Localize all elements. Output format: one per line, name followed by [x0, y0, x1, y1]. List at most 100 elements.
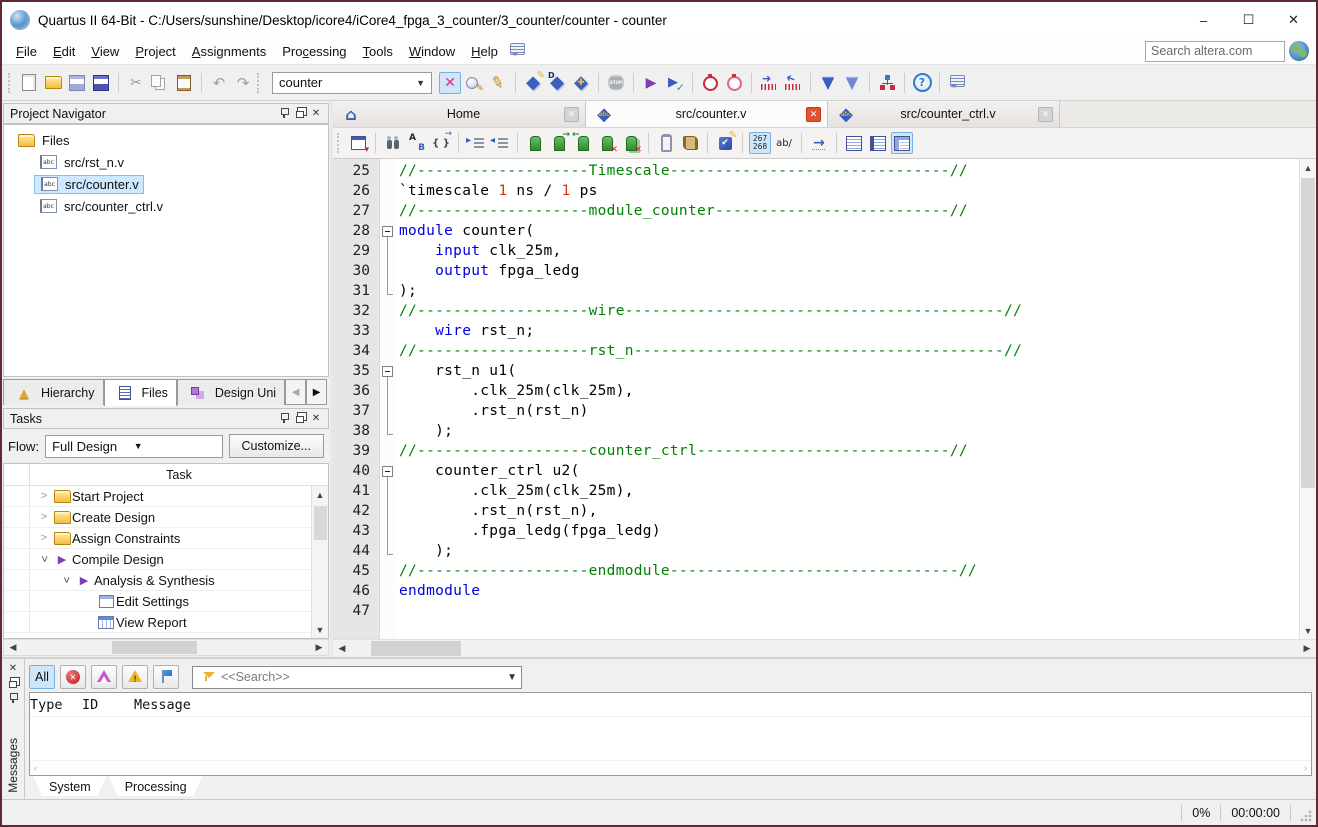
close-tab-icon[interactable]: ✕: [564, 107, 579, 122]
code-line[interactable]: 28module counter(: [333, 221, 1299, 241]
view-1-icon[interactable]: [843, 132, 865, 154]
editor-tab-home[interactable]: Home✕: [333, 101, 586, 127]
pin-icon[interactable]: [276, 411, 292, 426]
customize-button[interactable]: Customize...: [229, 434, 324, 458]
messages-body[interactable]: [30, 717, 1311, 760]
stop-icon[interactable]: [605, 72, 627, 94]
copy-icon[interactable]: [149, 72, 171, 94]
tree-file-item[interactable]: src/counter_ctrl.v: [4, 195, 328, 217]
close-panel-icon[interactable]: [308, 411, 324, 426]
scroll-left-icon[interactable]: ‹: [34, 763, 37, 773]
pin-icon[interactable]: [276, 106, 292, 121]
float-icon[interactable]: [292, 106, 308, 121]
tabs-scroll-left-icon[interactable]: ◀: [285, 379, 306, 405]
view-2-icon[interactable]: [867, 132, 889, 154]
scroll-down-icon[interactable]: ▼: [1300, 622, 1316, 639]
code-line[interactable]: 47: [333, 601, 1299, 621]
menu-edit[interactable]: Edit: [45, 40, 83, 63]
tab-processing[interactable]: Processing: [109, 776, 203, 796]
code-editor[interactable]: 25//-------------------Timescale--------…: [333, 159, 1299, 639]
code-line[interactable]: 38 );: [333, 421, 1299, 441]
feedback-icon[interactable]: [946, 72, 968, 94]
resize-grip[interactable]: [1299, 809, 1313, 823]
tab-design-uni[interactable]: Design Uni: [177, 379, 285, 405]
message-search-combo[interactable]: <<Search>>▼: [192, 666, 522, 689]
flow-select[interactable]: Full Design ▼: [45, 435, 222, 458]
run-check-icon[interactable]: [664, 72, 686, 94]
tree-root-files[interactable]: Files: [4, 129, 328, 151]
bookmark-prev-icon[interactable]: [572, 132, 594, 154]
goto-line-icon[interactable]: [808, 132, 830, 154]
task-row-view-report[interactable]: View Report: [4, 612, 328, 633]
tree-file-item[interactable]: src/rst_n.v: [4, 151, 328, 173]
scroll-left-icon[interactable]: ◀: [4, 640, 22, 655]
filter-warning-button[interactable]: [122, 665, 148, 689]
minimize-button[interactable]: –: [1181, 3, 1226, 37]
task-row-start-project[interactable]: >Start Project: [4, 486, 328, 507]
fold-marker[interactable]: [379, 221, 396, 241]
menu-project[interactable]: Project: [127, 40, 183, 63]
scroll-down-icon[interactable]: ▼: [316, 621, 325, 638]
settings-diamond-icon[interactable]: [522, 72, 544, 94]
bookmark-next-icon[interactable]: [548, 132, 570, 154]
magenta-x-icon[interactable]: [439, 72, 461, 94]
help-icon[interactable]: [911, 72, 933, 94]
compile-down-icon[interactable]: [817, 72, 839, 94]
scroll-left-icon[interactable]: ◀: [333, 640, 351, 657]
editor-tab-src-counter-v[interactable]: src/counter.v✕: [586, 101, 828, 127]
code-line[interactable]: 44 );: [333, 541, 1299, 561]
save-project-icon[interactable]: [90, 72, 112, 94]
tabs-scroll-right-icon[interactable]: ▶: [306, 379, 327, 405]
analyze-icon[interactable]: [714, 132, 736, 154]
code-line[interactable]: 26`timescale 1 ns / 1 ps: [333, 181, 1299, 201]
close-panel-icon[interactable]: [308, 106, 324, 121]
feedback-icon[interactable]: [507, 40, 529, 62]
scroll-right-icon[interactable]: ›: [1304, 763, 1307, 773]
tree-file-item[interactable]: src/counter.v: [4, 173, 328, 195]
filter-error-button[interactable]: [60, 665, 86, 689]
timer-icon[interactable]: [699, 72, 721, 94]
code-line[interactable]: 29 input clk_25m,: [333, 241, 1299, 261]
open-file-icon[interactable]: [42, 72, 64, 94]
code-line[interactable]: 39//-------------------counter_ctrl-----…: [333, 441, 1299, 461]
tab-system[interactable]: System: [33, 776, 107, 796]
attach-icon[interactable]: [655, 132, 677, 154]
tasks-horizontal-scrollbar[interactable]: ◀ ▶: [3, 639, 329, 656]
find-icon[interactable]: [382, 132, 404, 154]
float-icon[interactable]: [292, 411, 308, 426]
doc-save-icon[interactable]: [347, 132, 369, 154]
task-row-create-design[interactable]: >Create Design: [4, 507, 328, 528]
cut-icon[interactable]: [125, 72, 147, 94]
scroll-right-icon[interactable]: ▶: [1298, 640, 1316, 657]
fold-marker[interactable]: [379, 461, 396, 481]
run-icon[interactable]: [640, 72, 662, 94]
assignment-diamond-icon[interactable]: [546, 72, 568, 94]
menu-view[interactable]: View: [83, 40, 127, 63]
tasks-vertical-scrollbar[interactable]: ▲ ▼: [311, 486, 328, 638]
code-line[interactable]: 37 .rst_n(rst_n): [333, 401, 1299, 421]
menu-assignments[interactable]: Assignments: [184, 40, 274, 63]
save-icon[interactable]: [66, 72, 88, 94]
code-line[interactable]: 45//-------------------endmodule--------…: [333, 561, 1299, 581]
code-line[interactable]: 31);: [333, 281, 1299, 301]
view-3-icon[interactable]: [891, 132, 913, 154]
indent-icon[interactable]: [465, 132, 487, 154]
close-panel-icon[interactable]: [5, 661, 21, 676]
scroll-up-icon[interactable]: ▲: [1300, 159, 1316, 176]
project-combo[interactable]: counter▼: [272, 72, 432, 94]
task-row-compile-design[interactable]: >Compile Design: [4, 549, 328, 570]
templates-icon[interactable]: [679, 132, 701, 154]
balloon-pencil-icon[interactable]: [463, 72, 485, 94]
code-line[interactable]: 35 rst_n u1(: [333, 361, 1299, 381]
code-line[interactable]: 34//-------------------rst_n------------…: [333, 341, 1299, 361]
scroll-right-icon[interactable]: ▶: [310, 640, 328, 655]
close-tab-icon[interactable]: ✕: [806, 107, 821, 122]
menu-window[interactable]: Window: [401, 40, 463, 63]
filter-critical-button[interactable]: [91, 665, 117, 689]
code-line[interactable]: 32//-------------------wire-------------…: [333, 301, 1299, 321]
expand-chevron-icon[interactable]: >: [38, 551, 50, 567]
editor-vertical-scrollbar[interactable]: ▲ ▼: [1299, 159, 1316, 639]
paste-icon[interactable]: [173, 72, 195, 94]
close-tab-icon[interactable]: ✕: [1038, 107, 1053, 122]
code-line[interactable]: 42 .rst_n(rst_n),: [333, 501, 1299, 521]
